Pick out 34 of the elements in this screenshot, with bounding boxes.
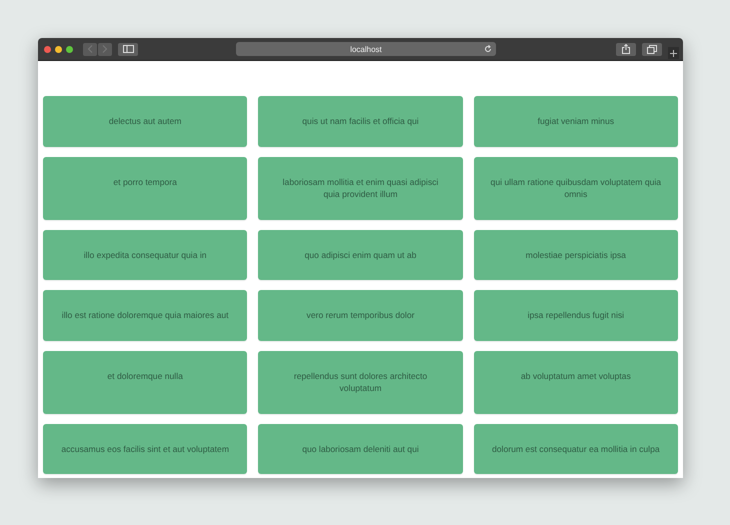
- tabs-button[interactable]: [642, 42, 662, 56]
- sidebar-icon: [122, 45, 134, 53]
- card-text: delectus aut autem: [108, 116, 182, 126]
- card-text: et porro tempora: [113, 176, 177, 186]
- reload-icon[interactable]: [484, 45, 492, 53]
- url-text: localhost: [350, 44, 382, 54]
- card-text: et doloremque nulla: [107, 370, 183, 380]
- card-text: vero rerum temporibus dolor: [306, 310, 414, 320]
- card-text: molestiae perspiciatis ipsa: [526, 250, 626, 260]
- plus-icon: [670, 50, 677, 56]
- card-text: laboriosam mollitia et enim quasi adipisci quia provident illum: [282, 176, 438, 199]
- card-text: qui ullam ratione quibusdam voluptatem quia omnis: [490, 176, 662, 199]
- share-icon: [622, 44, 630, 54]
- sidebar-button[interactable]: [118, 42, 138, 56]
- card-text: quis ut nam facilis et officia qui: [302, 116, 419, 126]
- card-text: accusamus eos facilis sint et aut voluptatem: [61, 444, 229, 454]
- card-text: ipsa repellendus fugit nisi: [528, 310, 624, 320]
- card-text: ab voluptatum amet voluptas: [520, 370, 631, 380]
- card-text: repellendus sunt dolores architecto voluptatum: [294, 370, 428, 393]
- share-button[interactable]: [616, 42, 636, 56]
- card-text: quo laboriosam deleniti aut qui: [302, 444, 419, 454]
- close-icon[interactable]: [44, 46, 51, 52]
- address-bar[interactable]: localhost: [236, 42, 496, 56]
- card-text: quo adipisci enim quam ut ab: [304, 250, 416, 260]
- card-text: illo expedita consequatur quia in: [84, 250, 207, 260]
- chevron-right-icon: [102, 45, 108, 53]
- card-text: illo est ratione doloremque quia maiores aut: [62, 310, 229, 320]
- card-text: dolorum est consequatur ea mollitia in culpa: [492, 444, 660, 454]
- tabs-icon: [647, 44, 657, 54]
- minimize-icon[interactable]: [55, 46, 62, 52]
- chevron-left-icon: [87, 45, 93, 53]
- new-tab-button[interactable]: [668, 47, 679, 59]
- zoom-icon[interactable]: [66, 46, 73, 52]
- card-text: fugiat veniam minus: [538, 116, 614, 126]
